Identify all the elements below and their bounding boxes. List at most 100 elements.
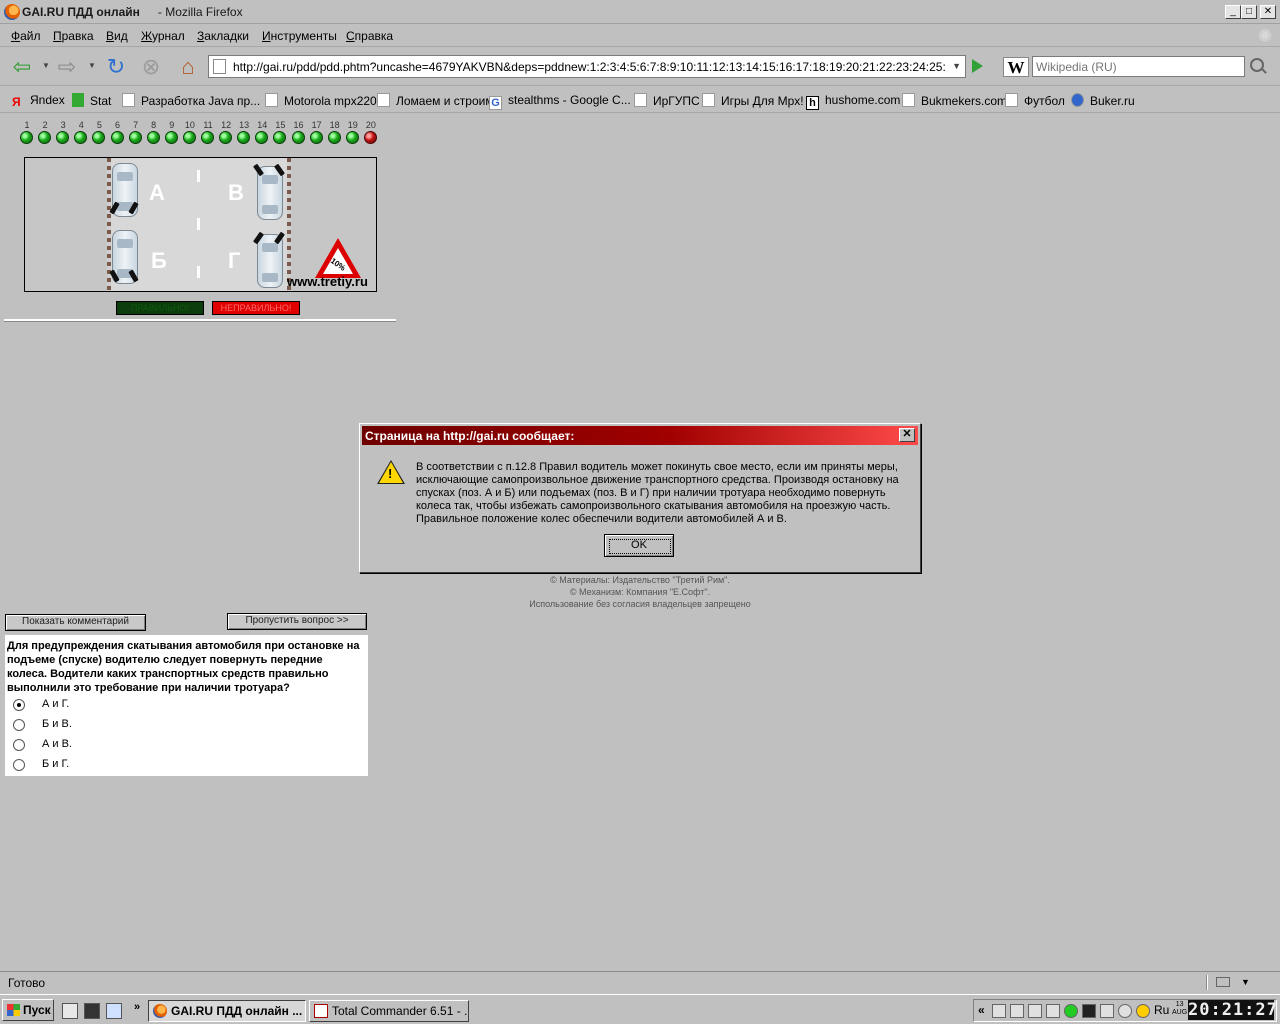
quicklaunch-more-button[interactable]: »: [134, 1001, 140, 1013]
show-comment-button[interactable]: Показать комментарий: [5, 614, 146, 631]
answer-label: А и В.: [42, 738, 72, 750]
question-status-correct-icon[interactable]: [237, 131, 251, 144]
question-status-correct-icon[interactable]: [309, 131, 323, 144]
bookmark-football[interactable]: Футбол: [1005, 93, 1065, 108]
settings-icon[interactable]: [1118, 1004, 1132, 1018]
dialog-close-button[interactable]: ✕: [899, 428, 915, 442]
question-status-correct-icon[interactable]: [20, 131, 33, 144]
bookmark-irgups[interactable]: ИрГУПС: [634, 93, 700, 108]
question-status-correct-icon[interactable]: [56, 131, 70, 144]
page-icon: [1005, 93, 1018, 107]
search-input[interactable]: [1033, 57, 1244, 76]
network-icon[interactable]: [992, 1004, 1006, 1018]
font-tool-icon[interactable]: [1082, 1004, 1096, 1018]
question-status-correct-icon[interactable]: [92, 131, 106, 144]
incorrect-indicator-button[interactable]: НЕПРАВИЛЬНО!: [212, 301, 300, 315]
language-indicator[interactable]: Ru: [1154, 1003, 1169, 1017]
question-number-label: 4: [78, 120, 84, 130]
back-history-dropdown[interactable]: ▼: [42, 61, 50, 70]
close-button[interactable]: ✕: [1260, 5, 1276, 19]
url-history-dropdown[interactable]: ▼: [952, 61, 961, 71]
radio-button[interactable]: [13, 699, 25, 711]
bookmark-bukmekers[interactable]: Bukmekers.com: [902, 93, 1007, 108]
menu-help[interactable]: Справка: [346, 29, 393, 43]
bookmarks-toolbar: Я Яndex Stat Разработка Java пр... Motoro…: [0, 87, 1280, 113]
device-icon[interactable]: [1100, 1004, 1114, 1018]
credit-engine: © Механизм: Компания "Е.Софт".: [569, 587, 711, 597]
stop-button[interactable]: ⊗: [138, 54, 164, 80]
radio-button[interactable]: [13, 759, 25, 771]
bookmark-java[interactable]: Разработка Java пр...: [122, 93, 260, 108]
back-button[interactable]: ⇦: [9, 54, 35, 80]
menu-view[interactable]: Вид: [106, 29, 128, 43]
skip-question-button[interactable]: Пропустить вопрос >>: [227, 613, 367, 630]
forward-button[interactable]: ⇨: [54, 54, 80, 80]
question-status-correct-icon[interactable]: [146, 131, 160, 144]
menu-bookmarks[interactable]: Закладки: [197, 29, 249, 43]
question-status-correct-icon[interactable]: [345, 131, 359, 144]
wikipedia-icon[interactable]: W: [1003, 57, 1029, 77]
menu-tools[interactable]: Инструменты: [262, 29, 337, 43]
bluetooth-icon[interactable]: [1010, 1004, 1024, 1018]
question-status-wrong-icon[interactable]: [363, 131, 377, 144]
maximize-button[interactable]: □: [1241, 5, 1257, 19]
question-status-correct-icon[interactable]: [38, 131, 52, 144]
question-status-correct-icon[interactable]: [255, 131, 269, 144]
correct-indicator-button[interactable]: ПРАВИЛЬНО!: [116, 301, 204, 315]
tray-expand-button[interactable]: «: [978, 1003, 985, 1017]
bookmark-yandex[interactable]: Я Яndex: [12, 93, 65, 109]
minimize-button[interactable]: _: [1225, 5, 1241, 19]
search-box[interactable]: [1032, 56, 1245, 77]
zone-label-a: А: [149, 180, 165, 205]
ok-button[interactable]: OK: [604, 534, 674, 557]
forward-history-dropdown[interactable]: ▼: [88, 61, 96, 70]
search-icon[interactable]: [1250, 58, 1264, 72]
bookmark-hushome[interactable]: h hushome.com: [806, 93, 900, 110]
bookmark-motorola[interactable]: Motorola mpx220: [265, 93, 377, 108]
internet-explorer-icon[interactable]: [106, 1003, 122, 1019]
reload-button[interactable]: ↻: [103, 54, 129, 80]
bookmark-buker[interactable]: Buker.ru: [1071, 93, 1135, 108]
status-dropdown-icon[interactable]: ▼: [1241, 977, 1250, 987]
question-status-correct-icon[interactable]: [291, 131, 305, 144]
question-status-correct-icon[interactable]: [327, 131, 341, 144]
go-button[interactable]: [972, 59, 983, 73]
status-panel-icon[interactable]: [1216, 977, 1230, 987]
menu-edit[interactable]: Правка: [53, 29, 94, 43]
bookmark-lomaem[interactable]: Ломаем и строим: [377, 93, 494, 108]
question-number-label: 1: [24, 120, 30, 130]
menu-history[interactable]: Журнал: [141, 29, 185, 43]
address-bar[interactable]: ▼: [208, 55, 966, 78]
bookmark-stat[interactable]: Stat: [72, 93, 111, 108]
task-total-commander[interactable]: Total Commander 6.51 - ...: [309, 1000, 469, 1022]
start-button[interactable]: Пуск: [2, 999, 54, 1021]
question-status-correct-icon[interactable]: [219, 131, 233, 144]
question-status-correct-icon[interactable]: [273, 131, 287, 144]
question-number-label: 10: [184, 120, 195, 130]
tray-clock[interactable]: 20:21:27: [1188, 1000, 1277, 1020]
dialog-title-bar[interactable]: Страница на http://gai.ru сообщает: ✕: [362, 426, 918, 445]
question-status-correct-icon[interactable]: [201, 131, 214, 144]
url-input[interactable]: [233, 58, 945, 75]
bookmark-stealthms[interactable]: Gstealthms - Google C...: [489, 93, 631, 110]
app-tray-icon[interactable]: [1046, 1004, 1060, 1018]
page-icon: [377, 93, 390, 107]
radio-button[interactable]: [13, 739, 25, 751]
icq-icon[interactable]: [1064, 1004, 1078, 1018]
window-title-bar[interactable]: GAI.RU ПДД онлайн - Mozilla Firefox _ □ ✕: [0, 0, 1280, 24]
play-icon[interactable]: [1028, 1004, 1042, 1018]
question-status-correct-icon[interactable]: [182, 131, 196, 144]
question-status-correct-icon[interactable]: [128, 131, 142, 144]
home-button[interactable]: ⌂: [175, 54, 201, 80]
task-firefox[interactable]: GAI.RU ПДД онлайн ...: [148, 1000, 306, 1022]
question-status-correct-icon[interactable]: [164, 131, 178, 144]
menu-file[interactable]: Файл: [11, 29, 41, 43]
bookmark-games[interactable]: Игры Для Mpx!: [702, 93, 804, 108]
question-number-label: 19: [347, 120, 358, 130]
show-desktop-icon[interactable]: [62, 1003, 78, 1019]
sun-icon[interactable]: [1136, 1004, 1150, 1018]
radio-button[interactable]: [13, 719, 25, 731]
question-status-correct-icon[interactable]: [110, 131, 124, 144]
media-player-icon[interactable]: [84, 1003, 100, 1019]
question-status-correct-icon[interactable]: [74, 131, 88, 144]
